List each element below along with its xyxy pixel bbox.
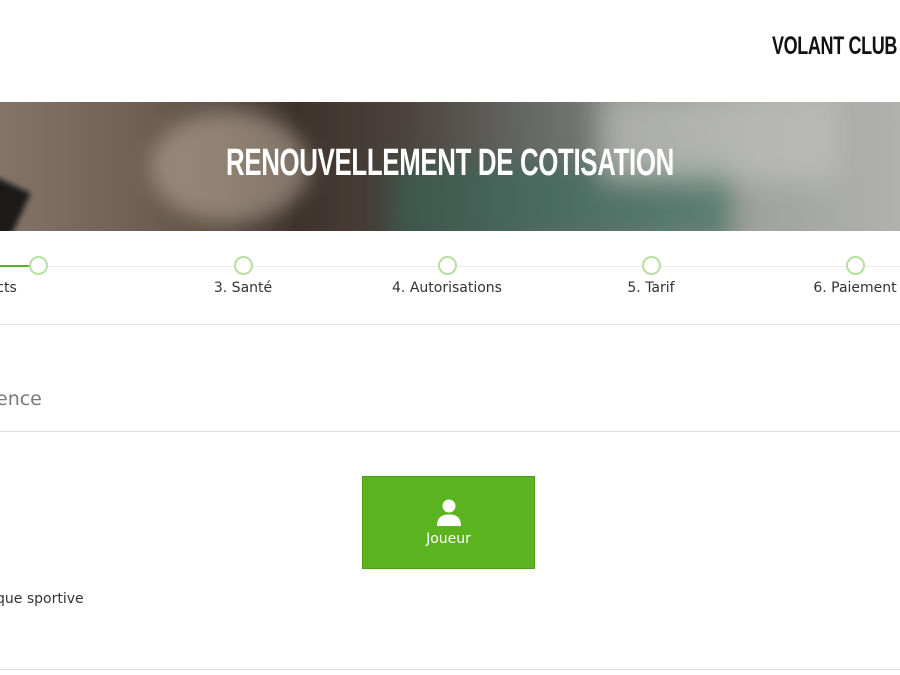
hero-banner: RENOUVELLEMENT DE COTISATION — [0, 102, 900, 231]
step-tarif[interactable]: 5. Tarif — [571, 256, 731, 296]
step-circle-icon — [437, 256, 457, 275]
user-icon — [436, 499, 461, 526]
step-circle-icon — [28, 256, 48, 275]
step-label: 6. Paiement — [813, 280, 897, 296]
step-sante[interactable]: 3. Santé — [163, 256, 323, 296]
page: VOLANT CLUB RENOUVELLEMENT DE COTISATION… — [0, 0, 900, 675]
practice-field-label: que sportive — [0, 591, 84, 607]
section-divider — [0, 431, 900, 432]
section-title: ence — [0, 388, 42, 410]
bottom-divider — [0, 669, 900, 670]
step-label: 3. Santé — [213, 280, 273, 296]
step-circle-icon — [641, 256, 661, 275]
role-option-joueur[interactable]: Joueur — [362, 476, 535, 569]
step-paiement[interactable]: 6. Paiement — [775, 256, 900, 296]
club-brand-name[interactable]: VOLANT CLUB — [772, 32, 897, 61]
step-label: 2. Contacts — [0, 280, 17, 296]
step-circle-icon — [845, 256, 865, 275]
role-option-label: Joueur — [426, 530, 471, 547]
step-label: 4. Autorisations — [392, 280, 502, 296]
step-label: 5. Tarif — [627, 280, 675, 296]
banner-title: RENOUVELLEMENT DE COTISATION — [226, 142, 674, 184]
step-autorisations[interactable]: 4. Autorisations — [367, 256, 527, 296]
step-circle-icon — [233, 256, 253, 275]
step-contacts[interactable]: 2. Contacts — [0, 256, 118, 296]
top-header: VOLANT CLUB — [0, 0, 900, 102]
progress-stepper: 2. Contacts 3. Santé 4. Autorisations 5.… — [0, 231, 900, 325]
